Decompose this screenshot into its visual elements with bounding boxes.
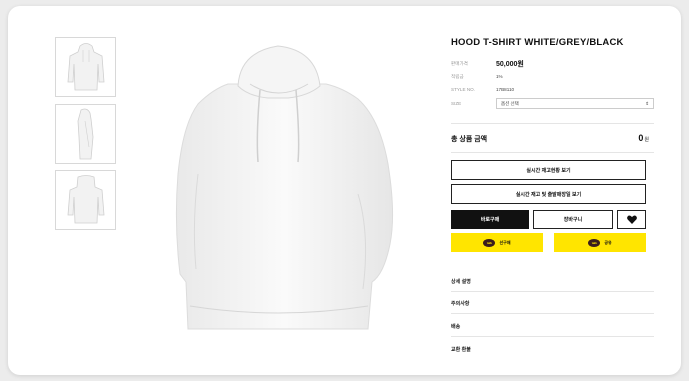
thumbnail-back[interactable] <box>55 170 116 230</box>
buy-now-button[interactable]: 바로구매 <box>451 210 529 229</box>
accordion-exchange-refund[interactable]: 교환 환불 <box>451 346 646 353</box>
spec-label: SIZE <box>451 101 462 106</box>
total-unit: 원 <box>644 137 649 143</box>
hoodie-back-thumb-image <box>67 175 104 224</box>
store-stock-button[interactable]: 실시간 재고 및 출발매장일 보기 <box>451 184 646 204</box>
wishlist-button[interactable] <box>617 210 646 229</box>
divider <box>451 291 654 292</box>
accordion-shipping[interactable]: 배송 <box>451 323 646 330</box>
price-value: 50,000원 <box>496 60 524 68</box>
spec-label: 적립금 <box>451 73 464 79</box>
kakao-share-label: 공유 <box>604 239 612 245</box>
size-select-value: 옵션 선택 <box>501 100 519 106</box>
select-arrows-icon: ⇕ <box>645 100 649 106</box>
spec-label: 판매가격 <box>451 60 468 66</box>
kakao-talk-icon: talk <box>588 238 601 247</box>
points-value: 1% <box>496 74 503 79</box>
add-to-cart-button[interactable]: 장바구니 <box>533 210 613 229</box>
kakao-share-button[interactable]: talk 공유 <box>554 233 646 252</box>
size-select[interactable]: 옵션 선택 ⇕ <box>496 98 654 109</box>
divider <box>451 313 654 314</box>
accordion-notice[interactable]: 주의사항 <box>451 300 646 307</box>
total-amount: 0 <box>638 133 644 143</box>
kakao-gift-label: 선구매 <box>499 239 511 245</box>
spec-row-style: STYLE NO. 17B8110 <box>451 84 654 95</box>
stock-status-button[interactable]: 실시간 재고현황 보기 <box>451 160 646 180</box>
style-number-value: 17B8110 <box>496 87 515 92</box>
heart-icon <box>626 215 637 224</box>
total-label: 총 상품 금액 <box>451 136 488 143</box>
kakao-gift-button[interactable]: talk 선구매 <box>451 233 543 252</box>
spec-row-price: 판매가격 50,000원 <box>451 58 654 69</box>
divider <box>451 152 654 153</box>
hoodie-front-thumb-image <box>67 43 104 91</box>
total-value: 0원 <box>638 133 649 143</box>
spec-row-points: 적립금 1% <box>451 71 654 82</box>
product-main-image <box>175 45 394 330</box>
thumbnail-side[interactable] <box>55 104 116 164</box>
divider <box>451 123 654 124</box>
divider <box>451 336 654 337</box>
hoodie-side-thumb-image <box>77 108 93 160</box>
product-title: HOOD T-SHIRT WHITE/GREY/BLACK <box>451 37 624 48</box>
spec-label: STYLE NO. <box>451 87 475 92</box>
kakao-talk-icon: talk <box>483 238 496 247</box>
accordion-details[interactable]: 상세 설명 <box>451 278 646 285</box>
product-page: HOOD T-SHIRT WHITE/GREY/BLACK 판매가격 50,00… <box>8 6 681 375</box>
thumbnail-front[interactable] <box>55 37 116 97</box>
